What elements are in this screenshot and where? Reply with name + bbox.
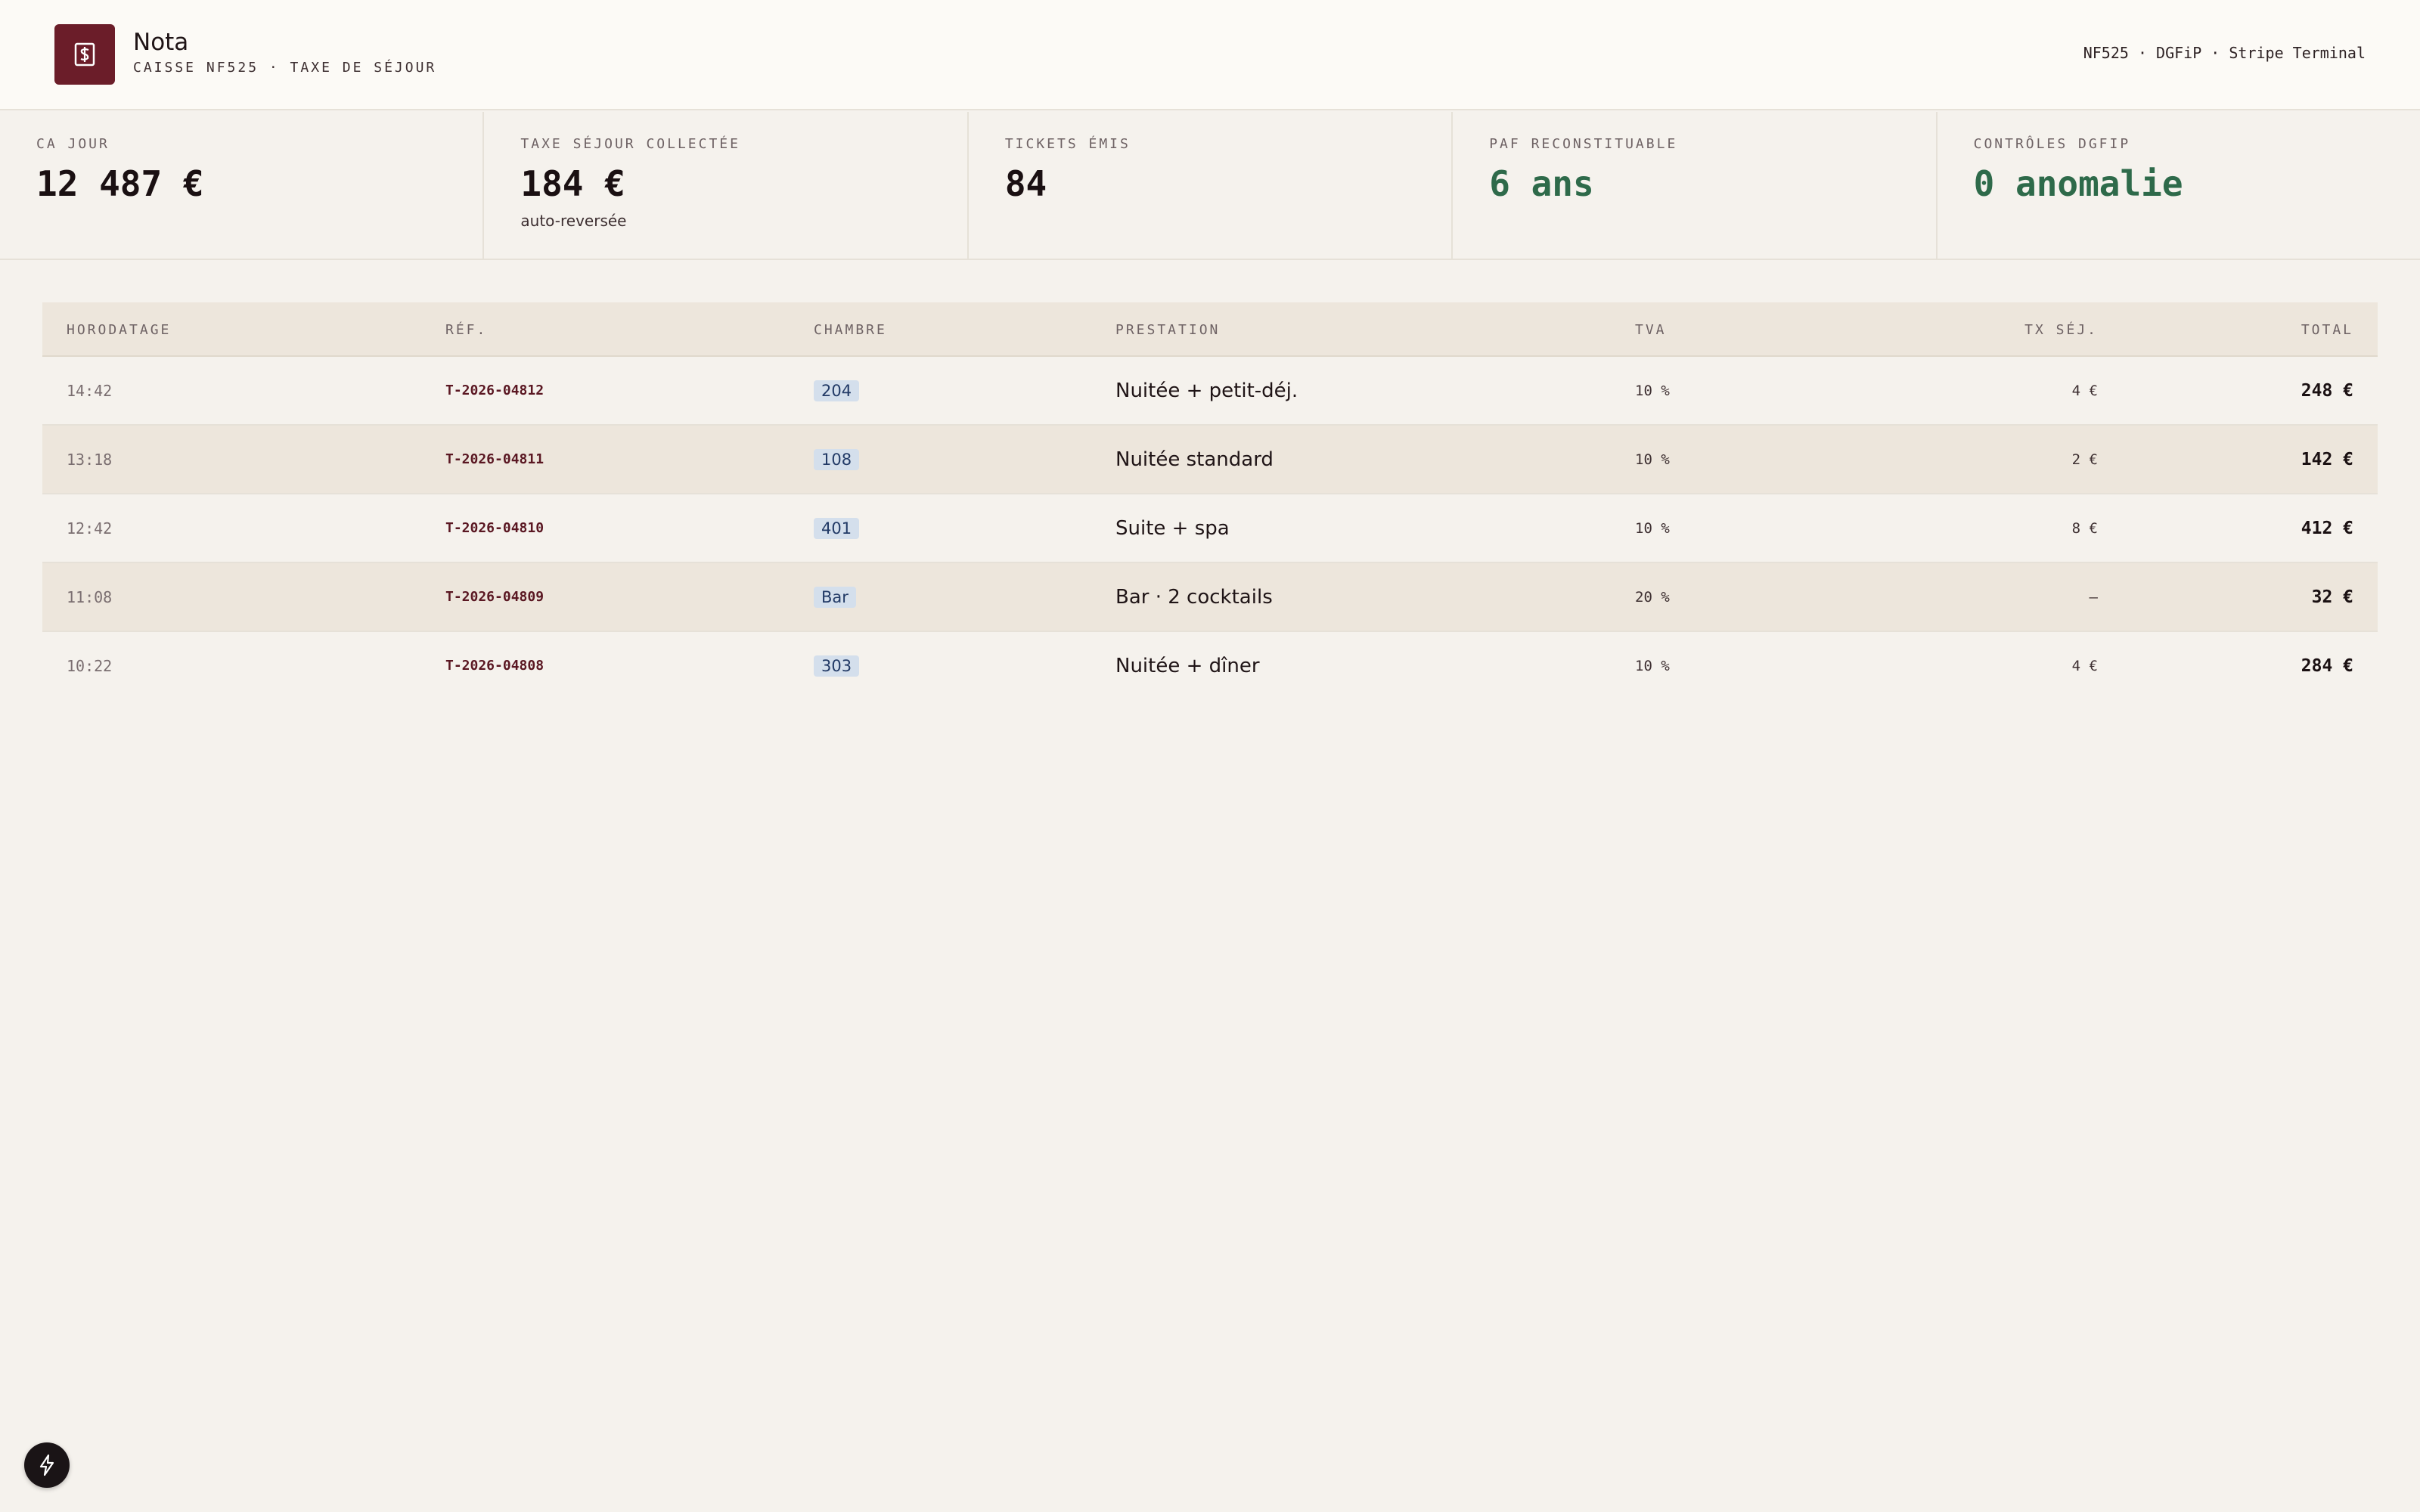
cell-total: 284 € (2301, 655, 2353, 676)
cell-ref[interactable]: T-2026-04809 (445, 563, 544, 631)
table-row[interactable]: 11:08 T-2026-04809 Bar Bar · 2 cocktails… (42, 563, 2378, 632)
column-header-prestation[interactable]: PRESTATION (1115, 322, 1220, 338)
kpi-label: TAXE SÉJOUR COLLECTÉE (520, 136, 740, 152)
cell-ref[interactable]: T-2026-04812 (445, 357, 544, 424)
cell-taxe-sejour: 8 € (2071, 519, 2098, 537)
cell-tva: 10 % (1635, 657, 1670, 674)
room-badge: 204 (814, 380, 860, 401)
cell-room: 303 (814, 632, 860, 699)
tickets-table: HORODATAGE RÉF. CHAMBRE PRESTATION TVA T… (42, 302, 2378, 701)
column-header-total[interactable]: TOTAL (2301, 322, 2353, 338)
kpi-note: auto-reversée (520, 212, 627, 230)
cell-total: 412 € (2301, 518, 2353, 538)
room-badge: 401 (814, 517, 860, 539)
app-header: Nota CAISSE NF525 · TAXE DE SÉJOUR NF525… (0, 0, 2420, 110)
cell-ref[interactable]: T-2026-04811 (445, 426, 544, 493)
kpi-taxe-sejour: TAXE SÉJOUR COLLECTÉE 184 € auto-reversé… (484, 112, 969, 259)
column-header-horodatage[interactable]: HORODATAGE (67, 322, 171, 338)
cell-tva: 10 % (1635, 451, 1670, 468)
kpi-value: 84 (1004, 163, 1047, 204)
cell-time: 10:22 (67, 656, 113, 675)
cell-room: Bar (814, 563, 856, 631)
app-logo[interactable] (54, 24, 115, 85)
kpi-label: TICKETS ÉMIS (1004, 136, 1131, 152)
table-row[interactable]: 13:18 T-2026-04811 108 Nuitée standard 1… (42, 426, 2378, 494)
table-header: HORODATAGE RÉF. CHAMBRE PRESTATION TVA T… (42, 302, 2378, 357)
cell-ref[interactable]: T-2026-04808 (445, 632, 544, 699)
kpi-controles: CONTRÔLES DGFIP 0 anomalie (1938, 112, 2420, 259)
kpi-value: 184 € (520, 163, 625, 204)
app-subtitle: CAISSE NF525 · TAXE DE SÉJOUR (133, 60, 437, 76)
cell-service: Nuitée + dîner (1115, 654, 1260, 677)
kpi-label: CONTRÔLES DGFIP (1973, 136, 2131, 152)
table-row[interactable]: 12:42 T-2026-04810 401 Suite + spa 10 % … (42, 494, 2378, 563)
cell-total: 142 € (2301, 449, 2353, 469)
cell-tva: 10 % (1635, 382, 1670, 399)
cell-taxe-sejour: 4 € (2071, 657, 2098, 674)
table-row[interactable]: 14:42 T-2026-04812 204 Nuitée + petit-dé… (42, 357, 2378, 426)
cell-room: 108 (814, 426, 860, 493)
cell-taxe-sejour: 2 € (2071, 451, 2098, 468)
cell-service: Suite + spa (1115, 516, 1230, 540)
column-header-taxe-sejour[interactable]: TX SÉJ. (2024, 322, 2098, 338)
table-row[interactable]: 10:22 T-2026-04808 303 Nuitée + dîner 10… (42, 632, 2378, 701)
column-header-chambre[interactable]: CHAMBRE (814, 322, 887, 338)
cell-service: Bar · 2 cocktails (1115, 585, 1273, 609)
cell-time: 14:42 (67, 381, 113, 400)
cell-room: 204 (814, 357, 860, 424)
cell-time: 13:18 (67, 450, 113, 469)
cell-service: Nuitée standard (1115, 448, 1274, 471)
kpi-value: 0 anomalie (1973, 163, 2183, 204)
dollar-receipt-icon (74, 42, 95, 67)
kpi-tickets: TICKETS ÉMIS 84 (969, 112, 1454, 259)
room-badge: Bar (814, 586, 856, 608)
kpi-strip: CA JOUR 12 487 € TAXE SÉJOUR COLLECTÉE 1… (0, 112, 2420, 260)
cell-total: 32 € (2311, 587, 2353, 607)
header-integrations: NF525 · DGFiP · Stripe Terminal (2083, 44, 2366, 62)
lightning-bolt-icon (39, 1454, 54, 1476)
cell-tva: 10 % (1635, 519, 1670, 537)
kpi-ca-jour: CA JOUR 12 487 € (0, 112, 485, 259)
kpi-value: 12 487 € (36, 163, 204, 204)
kpi-label: CA JOUR (36, 136, 110, 152)
kpi-paf: PAF RECONSTITUABLE 6 ans (1453, 112, 1938, 259)
cell-taxe-sejour: – (2089, 588, 2098, 606)
column-header-tva[interactable]: TVA (1635, 322, 1667, 338)
cell-room: 401 (814, 494, 860, 562)
room-badge: 108 (814, 448, 860, 470)
quick-action-button[interactable] (24, 1442, 70, 1488)
cell-ref[interactable]: T-2026-04810 (445, 494, 544, 562)
cell-time: 12:42 (67, 519, 113, 538)
cell-time: 11:08 (67, 587, 113, 606)
column-header-ref[interactable]: RÉF. (445, 322, 487, 338)
room-badge: 303 (814, 655, 860, 677)
cell-service: Nuitée + petit-déj. (1115, 379, 1298, 402)
kpi-value: 6 ans (1489, 163, 1594, 204)
cell-tva: 20 % (1635, 588, 1670, 606)
cell-taxe-sejour: 4 € (2071, 382, 2098, 399)
app-name: Nota (133, 29, 189, 56)
cell-total: 248 € (2301, 380, 2353, 401)
kpi-label: PAF RECONSTITUABLE (1489, 136, 1678, 152)
